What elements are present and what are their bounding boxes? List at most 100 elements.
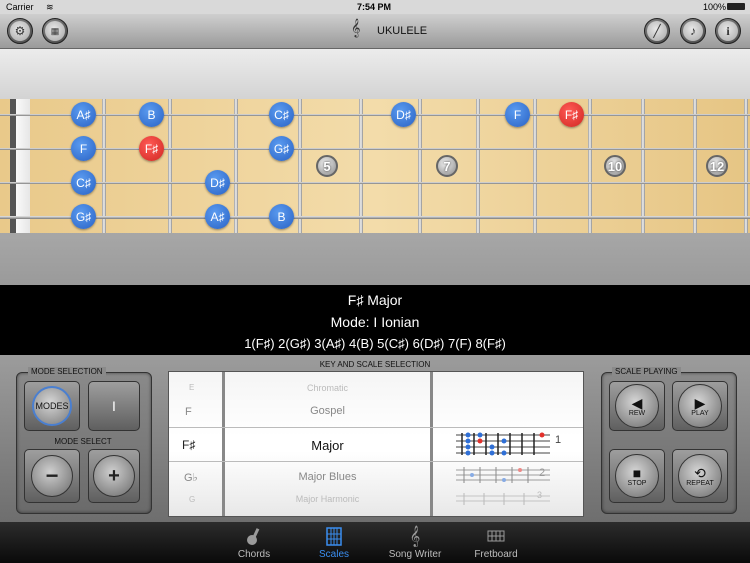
note-marker-root[interactable]: F♯	[559, 102, 584, 127]
tab-bar: Chords Scales 𝄞 Song Writer Fretboard	[0, 522, 750, 563]
play-icon: ▶	[694, 394, 706, 411]
degree-label: 3(A♯)	[314, 336, 346, 351]
position-number: 3	[537, 490, 543, 500]
wifi-icon: ≋	[46, 2, 54, 12]
picker-key-item[interactable]: G♭	[184, 471, 198, 484]
status-bar: Carrier ≋ 7:54 PM 100%	[0, 0, 750, 14]
note-marker[interactable]: D♯	[391, 102, 416, 127]
degree-label: 4(B)	[348, 336, 374, 351]
position-number: 2	[539, 467, 546, 479]
fret-wire	[418, 99, 422, 233]
page-title: UKULELE	[377, 25, 428, 37]
modes-button[interactable]: MODES	[24, 381, 80, 431]
mode-decrement-button[interactable]: −	[24, 449, 80, 503]
string-3	[0, 182, 750, 184]
tab-scales[interactable]: Scales	[299, 522, 369, 563]
fret-wire	[298, 99, 302, 233]
fret-number-marker: 10	[604, 155, 626, 177]
string-1	[0, 114, 750, 116]
tab-chords[interactable]: Chords	[219, 522, 289, 563]
position-diagram-1[interactable]	[454, 429, 554, 457]
carrier-label: Carrier	[6, 2, 34, 12]
picker-scale-selected[interactable]: Major	[225, 438, 430, 453]
note-marker[interactable]: F	[71, 136, 96, 161]
note-marker[interactable]: F	[505, 102, 530, 127]
fret-wire	[641, 99, 645, 233]
fret-wire	[168, 99, 172, 233]
mode-increment-button[interactable]: +	[88, 449, 140, 503]
note-marker-root[interactable]: F♯	[139, 136, 164, 161]
picker-key-selected[interactable]: F♯	[182, 438, 195, 452]
music-note-icon[interactable]: ♪	[680, 18, 706, 44]
modes-button-label: MODES	[32, 386, 72, 426]
tab-fretboard[interactable]: Fretboard	[461, 522, 531, 563]
keyboard-icon[interactable]: ▦	[42, 18, 68, 44]
tab-label: Song Writer	[388, 549, 442, 560]
mode-select-title: MODE SELECT	[54, 437, 112, 446]
tab-song-writer[interactable]: 𝄞 Song Writer	[380, 522, 450, 563]
tab-label: Chords	[237, 549, 271, 560]
repeat-label: REPEAT	[686, 479, 714, 487]
scale-playing-title: SCALE PLAYING	[612, 367, 681, 376]
note-marker[interactable]: C♯	[71, 170, 96, 195]
play-button[interactable]: ▶ PLAY	[672, 381, 728, 431]
selection-line	[169, 427, 583, 428]
fret-wire	[744, 99, 748, 233]
degree-label: 8(F♯)	[475, 336, 506, 351]
picker-scale-item[interactable]: Gospel	[225, 405, 430, 417]
plus-icon: +	[93, 455, 135, 497]
fretboard[interactable]	[0, 99, 750, 233]
rewind-label: REW	[628, 409, 646, 417]
note-marker[interactable]: G♯	[269, 136, 294, 161]
picker-scale-item[interactable]: Major Harmonic	[225, 494, 430, 504]
minus-icon: −	[31, 455, 73, 497]
picker-key-item[interactable]: F	[185, 406, 192, 418]
note-marker[interactable]: B	[269, 204, 294, 229]
note-marker[interactable]: A♯	[71, 102, 96, 127]
stop-label: STOP	[627, 479, 647, 487]
play-label: PLAY	[691, 409, 709, 417]
rewind-button[interactable]: ◀ REW	[609, 381, 665, 431]
nut	[16, 99, 30, 233]
selection-line	[169, 461, 583, 462]
string-4	[0, 216, 750, 219]
note-marker[interactable]: B	[139, 102, 164, 127]
fretboard-icon	[487, 530, 505, 542]
note-marker[interactable]: D♯	[205, 170, 230, 195]
rewind-icon: ◀	[631, 394, 643, 411]
picker-key-item[interactable]: E	[189, 383, 194, 392]
note-marker[interactable]: C♯	[269, 102, 294, 127]
fret-number-marker: 7	[436, 155, 458, 177]
fret-wire	[588, 99, 592, 233]
mode-value-display: I	[88, 381, 140, 431]
battery-icon	[727, 3, 745, 10]
repeat-icon: ⟲	[694, 464, 706, 481]
picker-scale-item[interactable]: Chromatic	[225, 383, 430, 393]
scale-degrees: 1(F♯) 2(G♯) 3(A♯) 4(B) 5(C♯) 6(D♯) 7(F) …	[0, 336, 750, 351]
scale-info-band: F♯ Major Mode: I Ionian 1(F♯) 2(G♯) 3(A♯…	[0, 285, 750, 355]
key-scale-selection-title: KEY AND SCALE SELECTION	[319, 360, 431, 369]
guitar-icon	[247, 528, 260, 545]
fret-number-marker: 12	[706, 155, 728, 177]
repeat-button[interactable]: ⟲ REPEAT	[672, 449, 728, 503]
key-scale-picker[interactable]: E F F♯ G♭ G Chromatic Gospel Major Major…	[168, 371, 584, 517]
tab-label: Fretboard	[474, 549, 518, 560]
degree-label: 7(F)	[447, 336, 472, 351]
picker-key-item[interactable]: G	[189, 495, 195, 504]
tab-label: Scales	[318, 549, 349, 560]
ukulele-icon: 𝄞	[351, 20, 361, 37]
top-toolbar: ⚙ ▦ 𝄞 UKULELE ╱ ♪ i	[0, 14, 750, 49]
stop-button[interactable]: ■ STOP	[609, 449, 665, 503]
battery-percent: 100%	[703, 2, 727, 12]
note-marker[interactable]: G♯	[71, 204, 96, 229]
string-2	[0, 148, 750, 150]
mode-label: Mode: I Ionian	[330, 314, 420, 330]
info-icon[interactable]: i	[715, 18, 741, 44]
pick-icon[interactable]: ╱	[644, 18, 670, 44]
fret-wire	[359, 99, 363, 233]
fret-wire	[234, 99, 238, 233]
picker-scale-item[interactable]: Major Blues	[225, 471, 430, 483]
settings-gears-icon[interactable]: ⚙	[7, 18, 33, 44]
note-marker[interactable]: A♯	[205, 204, 230, 229]
degree-label: 6(D♯)	[412, 336, 445, 351]
